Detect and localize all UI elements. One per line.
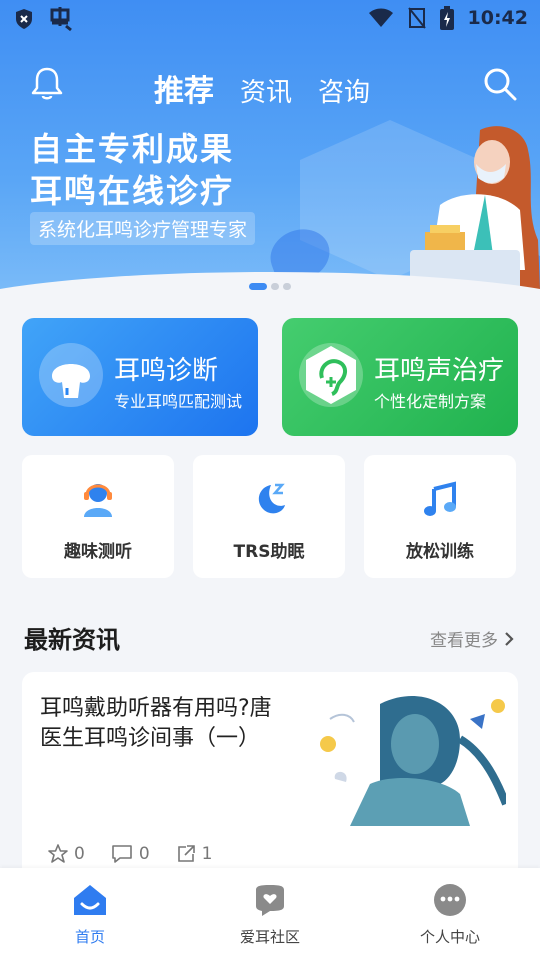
nav-community-label: 爱耳社区 — [239, 928, 300, 946]
bottom-nav: 首页 爱耳社区 个人中心 — [0, 868, 540, 960]
no-signal-icon — [407, 7, 426, 29]
tab-consult[interactable]: 咨询 — [318, 72, 370, 109]
diagnosis-card[interactable]: 耳鸣诊断 专业耳鸣匹配测试 — [22, 318, 258, 436]
headset-person-icon — [84, 484, 112, 517]
sound-therapy-card[interactable]: 耳鸣声治疗 个性化定制方案 — [282, 318, 518, 436]
nav-community[interactable]: 爱耳社区 — [210, 882, 330, 947]
battery-icon — [439, 6, 454, 30]
banner-dot[interactable] — [283, 283, 291, 290]
bug-icon — [50, 7, 72, 32]
tab-news[interactable]: 资讯 — [240, 72, 292, 109]
hero-banner[interactable]: 10:42 推荐 资讯 咨询 自主专利成果 耳鸣在线诊疗 系统化耳鸣诊疗管理专家 — [0, 0, 540, 300]
bell-icon[interactable] — [30, 66, 64, 102]
relax-training-label: 放松训练 — [406, 542, 474, 562]
like-stat[interactable]: 0 — [48, 844, 85, 864]
ear-plus-icon — [299, 343, 363, 407]
nav-home-label: 首页 — [74, 928, 105, 946]
share-stat[interactable]: 1 — [176, 844, 213, 864]
shield-icon — [16, 9, 32, 29]
view-more-label: 查看更多 — [430, 631, 498, 651]
banner-dot[interactable] — [271, 283, 279, 290]
top-tabs: 推荐 资讯 咨询 — [154, 66, 370, 110]
hearing-test-card[interactable]: 趣味测听 — [22, 455, 174, 578]
nav-profile-label: 个人中心 — [419, 928, 480, 946]
diagnosis-subtitle: 专业耳鸣匹配测试 — [114, 392, 243, 411]
banner-subtitle: 系统化耳鸣诊疗管理专家 — [30, 212, 256, 245]
sound-therapy-subtitle: 个性化定制方案 — [374, 392, 487, 411]
comment-count: 0 — [138, 844, 150, 864]
moon-sleep-icon — [258, 483, 285, 514]
news-thumbnail — [310, 684, 506, 826]
status-bar: 10:42 — [0, 0, 540, 36]
chevron-right-icon — [505, 631, 514, 646]
banner-title-line1: 自主专利成果 — [30, 130, 235, 168]
wifi-icon — [368, 8, 393, 27]
share-count: 1 — [201, 844, 213, 864]
nav-home[interactable]: 首页 — [30, 882, 150, 947]
star-icon — [48, 844, 68, 863]
doctor-illustration — [410, 126, 540, 290]
home-icon — [74, 885, 106, 915]
trs-sleep-card[interactable]: TRS助眠 — [193, 455, 345, 578]
comment-icon — [112, 845, 132, 863]
diagnosis-title: 耳鸣诊断 — [114, 356, 219, 386]
like-count: 0 — [74, 844, 85, 864]
banner-title-line2: 耳鸣在线诊疗 — [30, 172, 235, 210]
profile-chat-icon — [434, 884, 466, 916]
community-chat-icon — [256, 885, 284, 916]
music-note-icon — [424, 481, 456, 516]
section-title: 最新资讯 — [24, 626, 120, 654]
hearing-test-label: 趣味测听 — [64, 542, 132, 562]
sound-therapy-title: 耳鸣声治疗 — [374, 356, 505, 386]
search-icon[interactable] — [482, 66, 518, 102]
share-icon — [177, 845, 195, 862]
trs-sleep-label: TRS助眠 — [233, 542, 305, 562]
news-title: 耳鸣戴助听器有用吗?唐医生耳鸣诊间事（一） — [40, 696, 272, 751]
news-stats: 0 0 1 — [48, 844, 212, 864]
status-time: 10:42 — [467, 7, 528, 29]
banner-indicator — [249, 283, 291, 290]
view-more-link[interactable]: 查看更多 — [430, 626, 514, 651]
tab-recommend[interactable]: 推荐 — [154, 66, 214, 110]
comment-stat[interactable]: 0 — [111, 844, 150, 864]
banner-dot[interactable] — [249, 283, 267, 290]
news-card[interactable]: 耳鸣戴助听器有用吗?唐医生耳鸣诊间事（一） 0 0 1 — [22, 672, 518, 882]
nav-profile[interactable]: 个人中心 — [390, 882, 510, 947]
relax-training-card[interactable]: 放松训练 — [364, 455, 516, 578]
mushroom-icon — [39, 343, 103, 407]
